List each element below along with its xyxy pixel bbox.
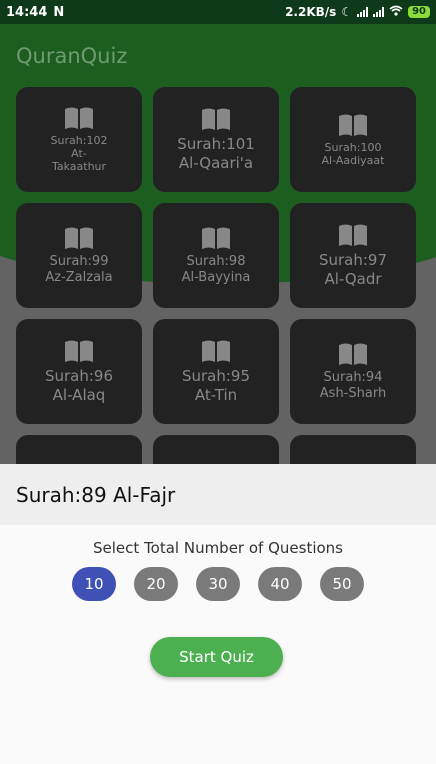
surah-card[interactable]: Surah:94 Ash-Sharh: [290, 319, 416, 424]
surah-card[interactable]: [290, 435, 416, 464]
surah-name: Az-Zalzala: [45, 269, 113, 285]
surah-card[interactable]: Surah:96 Al-Alaq: [16, 319, 142, 424]
surah-card[interactable]: Surah:99 Az-Zalzala: [16, 203, 142, 308]
book-icon: [63, 339, 95, 363]
surah-card[interactable]: Surah:98 Al-Bayyina: [153, 203, 279, 308]
signal-icon-2: [373, 7, 385, 17]
app-screen: QuranQuiz Surah:102 At- Takaathur Surah:10…: [0, 24, 436, 464]
surah-grid: Surah:102 At- Takaathur Surah:101 Al-Qaari'…: [16, 87, 420, 464]
question-count-options: 10 20 30 40 50: [0, 567, 436, 601]
surah-name: Al-Bayyina: [181, 269, 251, 285]
surah-number: Surah:100: [324, 140, 382, 154]
question-count-chip[interactable]: 40: [258, 567, 302, 601]
signal-icon: [357, 7, 369, 17]
surah-card[interactable]: Surah:101 Al-Qaari'a: [153, 87, 279, 192]
surah-number: Surah:95: [181, 366, 251, 385]
surah-number: Surah:102: [50, 134, 108, 147]
start-quiz-button[interactable]: Start Quiz: [150, 637, 283, 677]
surah-name: Al-Alaq: [52, 385, 106, 404]
surah-name: At-Tin: [194, 385, 238, 404]
book-icon: [63, 106, 95, 130]
battery-icon: 90: [408, 6, 430, 18]
moon-icon: ☾: [341, 5, 353, 19]
wifi-icon: [389, 5, 403, 19]
book-icon: [200, 339, 232, 363]
network-speed: 2.2KB/s: [285, 5, 337, 19]
surah-number: Surah:96: [44, 366, 114, 385]
surah-card[interactable]: Surah:100 Al-Aadiyaat: [290, 87, 416, 192]
book-icon: [337, 223, 369, 247]
bottom-sheet: Surah:89 Al-Fajr Select Total Number of …: [0, 464, 436, 764]
surah-number: Surah:94: [323, 369, 383, 385]
surah-number: Surah:97: [318, 250, 388, 269]
book-icon: [337, 342, 369, 366]
status-bar: 14:44 N 2.2KB/s ☾ 90: [0, 0, 436, 24]
question-count-chip[interactable]: 10: [72, 567, 116, 601]
surah-card[interactable]: Surah:95 At-Tin: [153, 319, 279, 424]
question-count-chip[interactable]: 50: [320, 567, 364, 601]
surah-name: Al-Qadr: [324, 269, 382, 288]
surah-card[interactable]: [16, 435, 142, 464]
notification-icon: N: [53, 4, 65, 20]
app-title: QuranQuiz: [16, 44, 128, 68]
question-count-chip[interactable]: 30: [196, 567, 240, 601]
select-questions-label: Select Total Number of Questions: [93, 539, 343, 557]
book-icon: [200, 226, 232, 250]
surah-number: Surah:99: [49, 253, 109, 269]
surah-number: Surah:98: [186, 253, 246, 269]
book-icon: [200, 107, 232, 131]
book-icon: [337, 113, 369, 137]
surah-name: Al-Aadiyaat: [321, 153, 385, 167]
surah-name: At- Takaathur: [51, 147, 107, 173]
status-right: 2.2KB/s ☾ 90: [285, 5, 430, 19]
question-count-chip[interactable]: 20: [134, 567, 178, 601]
sheet-title: Surah:89 Al-Fajr: [0, 464, 436, 525]
status-left: 14:44 N: [6, 5, 64, 20]
surah-name: Ash-Sharh: [319, 385, 387, 401]
surah-card[interactable]: [153, 435, 279, 464]
surah-name: Al-Qaari'a: [178, 153, 254, 172]
surah-number: Surah:101: [177, 134, 255, 153]
surah-card[interactable]: Surah:97 Al-Qadr: [290, 203, 416, 308]
surah-card[interactable]: Surah:102 At- Takaathur: [16, 87, 142, 192]
status-time: 14:44: [6, 4, 48, 20]
book-icon: [63, 226, 95, 250]
